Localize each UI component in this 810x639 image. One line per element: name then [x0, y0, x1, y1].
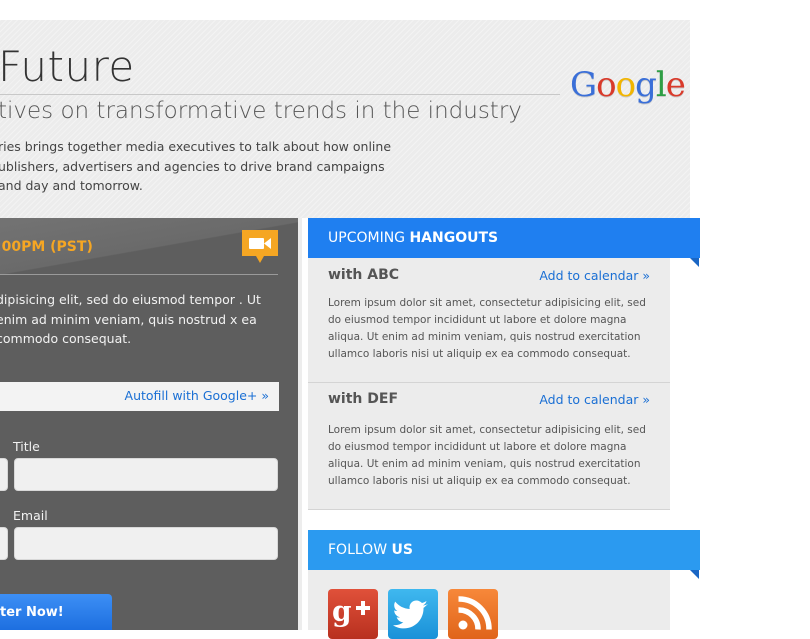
hangout-title: with ABC	[328, 267, 400, 283]
second-field-left[interactable]	[0, 527, 8, 560]
google-plus-icon[interactable]: g	[328, 589, 378, 639]
rss-icon[interactable]	[448, 589, 498, 639]
intro-text: ries brings together media executives to…	[0, 139, 392, 193]
autofill-bar: Autofill with Google+ »	[0, 382, 279, 411]
svg-text:g: g	[332, 595, 352, 628]
hangouts-header-prefix: UPCOMING	[328, 230, 410, 246]
panel-divider	[0, 274, 278, 275]
hangout-item: with DEF Add to calendar » Lorem ipsum d…	[308, 383, 670, 510]
hangouts-bottom-border	[308, 509, 670, 510]
follow-header-prefix: FOLLOW	[328, 542, 392, 558]
email-field[interactable]	[14, 527, 278, 560]
hangout-title: with DEF	[328, 391, 399, 407]
first-field-left[interactable]	[0, 458, 8, 491]
follow-header-strong: US	[391, 542, 413, 558]
hangouts-header-fold	[690, 258, 699, 267]
column-gutter	[298, 218, 302, 630]
hangout-description: Lorem ipsum dolor sit amet, consectetur …	[328, 424, 646, 487]
hero-header: Future tives on transformative trends in…	[0, 20, 690, 218]
add-to-calendar-link[interactable]: Add to calendar »	[539, 268, 650, 283]
page-title: Future	[0, 42, 135, 91]
page-subtitle: tives on transformative trends in the in…	[0, 98, 522, 124]
hangouts-list: with ABC Add to calendar » Lorem ipsum d…	[308, 258, 670, 510]
video-camera-icon	[242, 230, 278, 264]
hangout-description: Lorem ipsum dolor sit amet, consectetur …	[328, 297, 646, 360]
twitter-icon[interactable]	[388, 589, 438, 639]
google-logo: Google	[570, 65, 686, 105]
title-field[interactable]	[14, 458, 278, 491]
autofill-google-plus-link[interactable]: Autofill with Google+ »	[125, 388, 269, 403]
header-divider	[0, 94, 560, 95]
hangouts-header-strong: HANGOUTS	[409, 230, 499, 246]
event-description: dipisicing elit, sed do eiusmod tempor .…	[0, 292, 261, 346]
hangout-item: with ABC Add to calendar » Lorem ipsum d…	[308, 258, 670, 382]
hangouts-header: UPCOMING HANGOUTS	[308, 218, 700, 258]
follow-header-fold	[690, 570, 699, 579]
register-button[interactable]: ter Now!	[0, 594, 112, 630]
add-to-calendar-link[interactable]: Add to calendar »	[539, 392, 650, 407]
registration-panel: :00PM (PST) dipisicing elit, sed do eius…	[0, 218, 298, 630]
title-field-label: Title	[13, 439, 40, 454]
email-field-label: Email	[13, 508, 48, 523]
event-time: :00PM (PST)	[0, 239, 93, 255]
social-links: g	[308, 570, 670, 639]
follow-header: FOLLOW US	[308, 530, 700, 570]
